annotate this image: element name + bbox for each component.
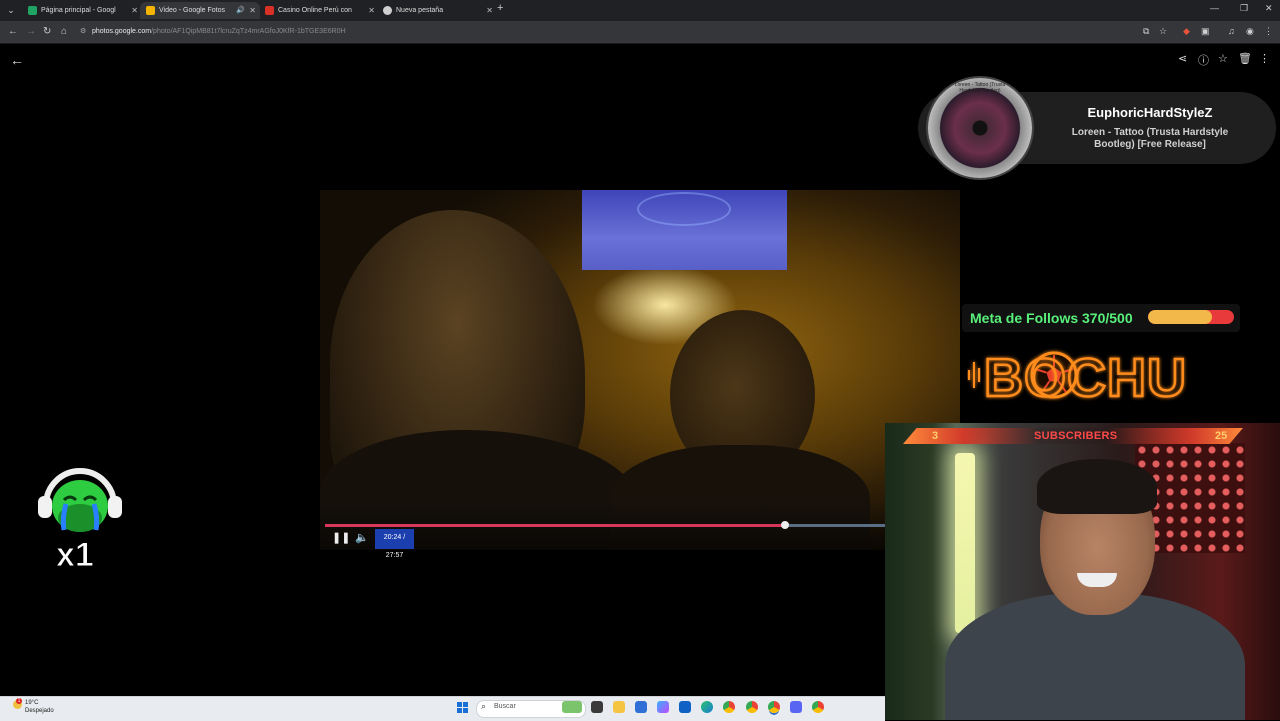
video-background-screen — [582, 190, 787, 270]
favorite-star-icon[interactable]: ☆ — [1218, 52, 1228, 65]
edge-icon[interactable] — [701, 701, 713, 713]
maximize-button[interactable]: ❐ — [1240, 3, 1248, 14]
volume-icon[interactable]: 🔈 — [355, 531, 369, 545]
google-photos-icon — [146, 6, 155, 15]
tab-google-photos[interactable]: Video - Google Fotos 🔊 ✕ — [140, 2, 260, 19]
more-options-icon[interactable]: ⋮ — [1259, 52, 1270, 65]
tab-google-drive[interactable]: Página principal - Google Drive ✕ — [22, 2, 142, 19]
tab-title: Página principal - Google Drive — [41, 7, 116, 14]
delete-icon[interactable]: 🗑 — [1238, 52, 1252, 65]
outlook-icon[interactable] — [679, 701, 691, 713]
widgets-icon[interactable] — [562, 701, 582, 713]
share-icon[interactable]: ⋖ — [1178, 52, 1187, 65]
tab-new-tab[interactable]: Nueva pestaña ✕ — [377, 2, 497, 19]
audio-wave-icon — [968, 362, 980, 388]
tab-strip: ⌄ Página principal - Google Drive ✕ Vide… — [0, 0, 1280, 21]
speaker-icon[interactable]: 🔊 — [236, 2, 245, 19]
copilot-icon[interactable] — [657, 701, 669, 713]
discord-icon[interactable] — [790, 701, 802, 713]
weather-alert-badge: 1 — [16, 698, 22, 704]
profile-avatar-icon[interactable]: ◉ — [1246, 26, 1254, 37]
subscribers-current: 3 — [932, 430, 939, 442]
bochu-neon-logo: BOCHU — [968, 347, 1187, 404]
now-playing-channel: EuphoricHardStyleZ — [1087, 105, 1213, 120]
file-explorer-icon[interactable] — [613, 701, 625, 713]
subscribers-goal: 25 — [1215, 430, 1228, 442]
now-playing-track: Loreen - Tattoo (Trusta Hardstyle Bootle… — [1040, 127, 1260, 151]
video-progress-fill — [325, 524, 786, 527]
window-close-button[interactable]: ✕ — [1265, 3, 1273, 14]
chrome-profile-alt-icon[interactable] — [812, 701, 824, 713]
windows-start-button[interactable] — [457, 702, 469, 714]
extension-icon[interactable]: ◆ — [1183, 26, 1190, 37]
tab-title: Nueva pestaña — [396, 7, 444, 14]
search-placeholder: Buscar — [494, 703, 516, 710]
cast-icon[interactable]: ⧉ — [1143, 26, 1149, 37]
bookmark-star-icon[interactable]: ☆ — [1159, 26, 1167, 37]
minimize-button[interactable]: — — [1210, 3, 1219, 13]
chrome-profile-icon[interactable] — [746, 701, 758, 713]
crying-frog-headphones-icon — [38, 468, 122, 532]
pause-button[interactable]: ❚❚ — [332, 531, 350, 545]
media-control-icon[interactable]: ♫ — [1228, 26, 1235, 36]
address-toolbar: ← → ↻ ⌂ ⚙ photos.google.com/photo/AF1Qip… — [0, 21, 1280, 44]
site-info-icon[interactable]: ⚙ — [80, 24, 90, 40]
emote-counter: x1 — [38, 468, 122, 570]
streamer-webcam — [885, 423, 1280, 720]
chrome-active-icon[interactable] — [768, 701, 780, 713]
url-bar[interactable]: ⚙ photos.google.com/photo/AF1QipMB81t7lc… — [80, 24, 1130, 40]
search-icon: ⌕ — [481, 701, 487, 711]
tab-title: Video - Google Fotos — [159, 7, 226, 14]
store-icon[interactable] — [635, 701, 647, 713]
info-icon[interactable]: ⓘ — [1198, 52, 1209, 68]
video-player[interactable] — [320, 190, 960, 550]
emote-multiplier: x1 — [56, 536, 94, 570]
back-button[interactable]: ← — [8, 25, 18, 39]
tab-search-icon[interactable]: ⌄ — [4, 3, 18, 17]
follow-goal-text: Meta de Follows 370/500 — [970, 310, 1133, 326]
follow-goal-bar — [1148, 310, 1234, 324]
close-icon[interactable]: ✕ — [131, 2, 138, 19]
video-time-display: 20:24 / 27:57 — [375, 529, 414, 559]
more-menu-icon[interactable]: ⋮ — [1264, 26, 1273, 37]
tab-casino[interactable]: Casino Online Perú con Juegos ✕ — [259, 2, 379, 19]
track-line-2: Bootleg) [Free Release] — [1094, 139, 1206, 150]
viewer-back-arrow-icon[interactable]: ← — [10, 52, 24, 68]
extensions-puzzle-icon[interactable]: ▣ — [1201, 26, 1210, 37]
subscribers-title: SUBSCRIBERS — [1034, 430, 1118, 442]
task-view-icon[interactable] — [591, 701, 603, 713]
follow-goal-fill — [1148, 310, 1212, 324]
url-path: /photo/AF1QipMB81t7lcruZqTz4mrAGfoJ0KfR-… — [151, 28, 346, 35]
track-line-1: Loreen - Tattoo (Trusta Hardstyle — [1071, 127, 1229, 138]
google-drive-icon — [28, 6, 37, 15]
home-button[interactable]: ⌂ — [61, 25, 67, 39]
tab-title: Casino Online Perú con Juegos — [278, 7, 353, 14]
url-host: photos.google.com — [91, 28, 152, 35]
weather-description[interactable]: Despejado — [25, 708, 54, 714]
weather-temperature[interactable]: 19°C — [25, 700, 38, 706]
casino-favicon-icon — [265, 6, 274, 15]
close-icon[interactable]: ✕ — [249, 2, 256, 19]
chrome-icon — [383, 6, 392, 15]
chrome-icon[interactable] — [723, 701, 735, 713]
reload-button[interactable]: ↻ — [43, 25, 51, 39]
new-tab-button[interactable]: + — [497, 2, 503, 14]
disc-label: Loreen - Tattoo (Trusta Hardstyle Bootle… — [954, 82, 1006, 94]
forward-button[interactable]: → — [26, 25, 36, 39]
video-progress-bar[interactable] — [325, 521, 885, 529]
close-icon[interactable]: ✕ — [368, 2, 375, 19]
close-icon[interactable]: ✕ — [486, 2, 493, 19]
logo-text: BOCHU — [984, 348, 1187, 404]
